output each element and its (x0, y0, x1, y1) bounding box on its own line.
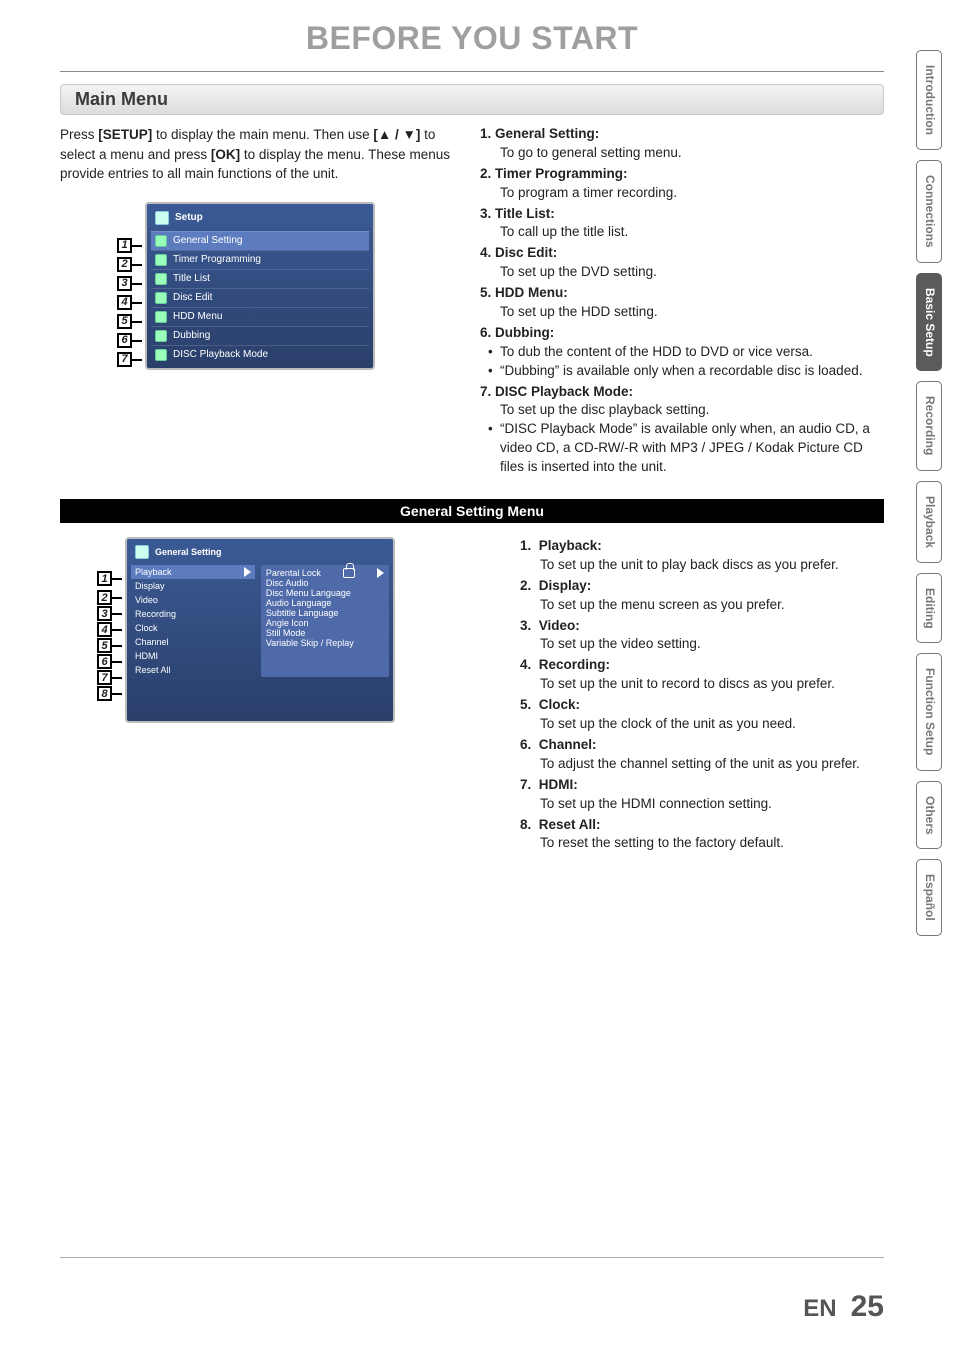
page-title: BEFORE YOU START (60, 20, 884, 57)
list-item: 6. Channel:To adjust the channel setting… (520, 736, 884, 774)
callout-numbers-gs: 1 2 3 4 5 6 7 8 (97, 571, 112, 700)
gs-left-item: Display (135, 581, 165, 591)
side-tab-function-setup[interactable]: Function Setup (916, 653, 942, 770)
gs-left-item: HDMI (135, 651, 158, 661)
setup-icon (155, 211, 169, 225)
arrow-right-icon (244, 567, 251, 577)
section-main-menu: Main Menu (60, 84, 884, 115)
gs-left-item: Channel (135, 637, 169, 647)
row-icon (155, 311, 167, 323)
gs-icon (135, 545, 149, 559)
gs-right-item: Parental Lock (266, 568, 321, 578)
gs-osd-title: General Setting (155, 547, 222, 557)
list-item: 7. HDMI:To set up the HDMI connection se… (520, 776, 884, 814)
gs-left-item: Playback (135, 567, 172, 577)
footer-divider (60, 1257, 884, 1258)
list-item: 2. Timer Programming:To program a timer … (480, 165, 884, 203)
side-tab-connections[interactable]: Connections (916, 160, 942, 263)
gs-right-item: Subtitle Language (266, 608, 384, 618)
osd-row-label: General Setting (173, 235, 243, 246)
list-item: 3. Title List:To call up the title list. (480, 205, 884, 243)
lock-icon (343, 568, 355, 578)
osd-row-label: Disc Edit (173, 292, 212, 303)
osd-row-label: DISC Playback Mode (173, 349, 268, 360)
callout-numbers-setup: 1 2 3 4 5 6 7 (117, 238, 132, 369)
gs-right-item: Disc Menu Language (266, 588, 384, 598)
gs-left-item: Reset All (135, 665, 171, 675)
gs-right-item: Variable Skip / Replay (266, 638, 384, 648)
list-item: 4. Disc Edit:To set up the DVD setting. (480, 244, 884, 282)
intro-text: Press [SETUP] to display the main menu. … (60, 125, 460, 184)
list-item: 7. DISC Playback Mode:To set up the disc… (480, 383, 884, 477)
gs-left-item: Recording (135, 609, 176, 619)
gs-right-item: Audio Language (266, 598, 384, 608)
row-icon (155, 292, 167, 304)
osd-row-label: Title List (173, 273, 210, 284)
osd-row-label: HDD Menu (173, 311, 222, 322)
side-tab-introduction[interactable]: Introduction (916, 50, 942, 150)
setup-osd-title: Setup (175, 212, 203, 223)
general-setting-osd-panel: General Setting Playback Display Video R… (125, 537, 395, 723)
arrow-right-icon (377, 568, 384, 578)
row-icon (155, 330, 167, 342)
gs-left-item: Video (135, 595, 158, 605)
side-tabs: Introduction Connections Basic Setup Record… (916, 50, 942, 936)
list-item: 3. Video:To set up the video setting. (520, 617, 884, 655)
list-item: 6. Dubbing:To dub the content of the HDD… (480, 324, 884, 381)
side-tab-español[interactable]: Español (916, 859, 942, 936)
side-tab-recording[interactable]: Recording (916, 381, 942, 470)
gs-left-item: Clock (135, 623, 158, 633)
list-item: 5. HDD Menu:To set up the HDD setting. (480, 284, 884, 322)
divider (60, 71, 884, 72)
row-icon (155, 235, 167, 247)
row-icon (155, 273, 167, 285)
list-item: 1. Playback:To set up the unit to play b… (520, 537, 884, 575)
side-tab-others[interactable]: Others (916, 781, 942, 850)
gs-right-item: Disc Audio (266, 578, 384, 588)
footer-lang: EN (803, 1295, 836, 1323)
row-icon (155, 254, 167, 266)
list-item: 5. Clock:To set up the clock of the unit… (520, 696, 884, 734)
gs-right-item: Still Mode (266, 628, 384, 638)
side-tab-playback[interactable]: Playback (916, 481, 942, 563)
list-item: 2. Display:To set up the menu screen as … (520, 577, 884, 615)
osd-row-label: Dubbing (173, 330, 210, 341)
gs-right-item: Angle Icon (266, 618, 384, 628)
side-tab-editing[interactable]: Editing (916, 573, 942, 644)
osd-row-label: Timer Programming (173, 254, 261, 265)
list-item: 4. Recording:To set up the unit to recor… (520, 656, 884, 694)
general-setting-list: 1. Playback:To set up the unit to play b… (520, 537, 884, 853)
general-setting-header: General Setting Menu (60, 499, 884, 523)
footer-page-number: 25 (851, 1290, 884, 1324)
setup-osd-panel: Setup General Setting Timer Programming … (145, 202, 375, 370)
list-item: 8. Reset All:To reset the setting to the… (520, 816, 884, 854)
row-icon (155, 349, 167, 361)
list-item: 1. General Setting:To go to general sett… (480, 125, 884, 163)
main-menu-list: 1. General Setting:To go to general sett… (480, 125, 884, 477)
side-tab-basic-setup[interactable]: Basic Setup (916, 273, 942, 372)
